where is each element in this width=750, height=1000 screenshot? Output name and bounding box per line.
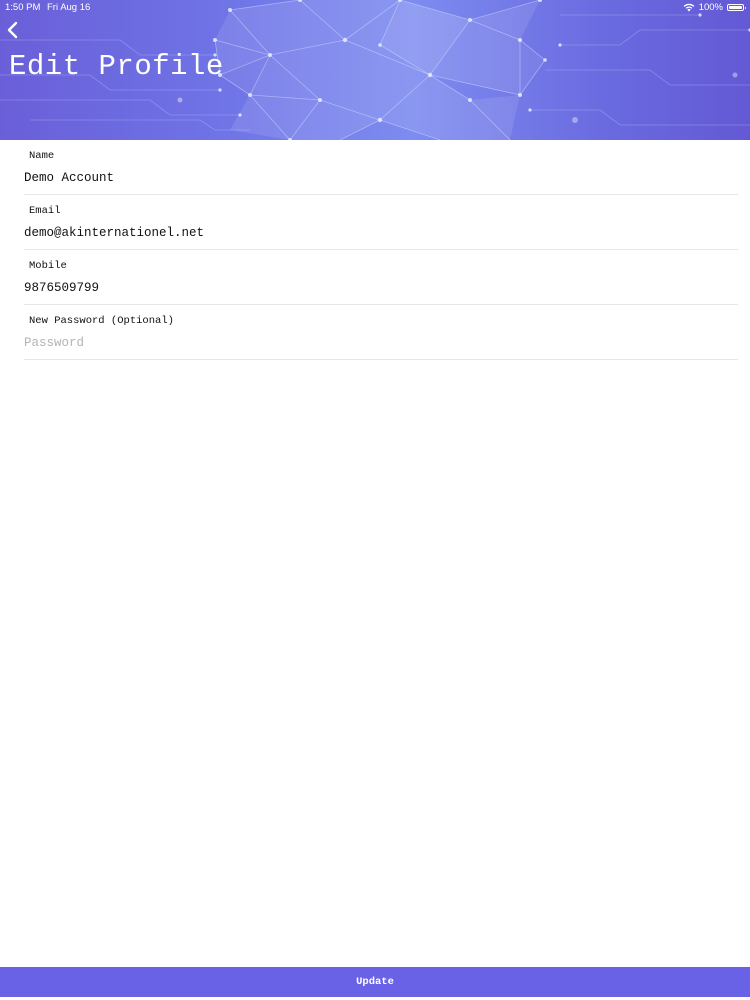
chevron-left-icon: [7, 21, 18, 39]
header-banner: 1:50 PM Fri Aug 16 100% Edit Profile: [0, 0, 750, 140]
mobile-label: Mobile: [29, 260, 67, 272]
name-field: Name: [24, 140, 738, 195]
status-indicators: 100%: [683, 2, 746, 13]
mobile-input[interactable]: [24, 279, 724, 297]
page-title: Edit Profile: [9, 50, 224, 83]
edit-profile-screen: 1:50 PM Fri Aug 16 100% Edit Profile Nam…: [0, 0, 750, 1000]
new-password-field: New Password (Optional): [24, 305, 738, 360]
back-button[interactable]: [2, 18, 24, 42]
status-time: 1:50 PM: [5, 2, 41, 13]
new-password-label: New Password (Optional): [29, 315, 174, 327]
email-input[interactable]: [24, 224, 724, 242]
new-password-input[interactable]: [24, 334, 724, 352]
update-button[interactable]: Update: [0, 967, 750, 997]
mobile-field: Mobile: [24, 250, 738, 305]
name-input[interactable]: [24, 169, 724, 187]
wifi-icon: [683, 3, 695, 12]
name-label: Name: [29, 150, 55, 162]
battery-icon: [727, 4, 746, 11]
battery-percentage: 100%: [698, 2, 723, 13]
email-label: Email: [29, 205, 61, 217]
profile-form: Name Email Mobile New Password (Optional…: [24, 140, 738, 360]
status-bar: 1:50 PM Fri Aug 16 100%: [0, 0, 750, 16]
email-field: Email: [24, 195, 738, 250]
status-date: Fri Aug 16: [47, 2, 91, 13]
